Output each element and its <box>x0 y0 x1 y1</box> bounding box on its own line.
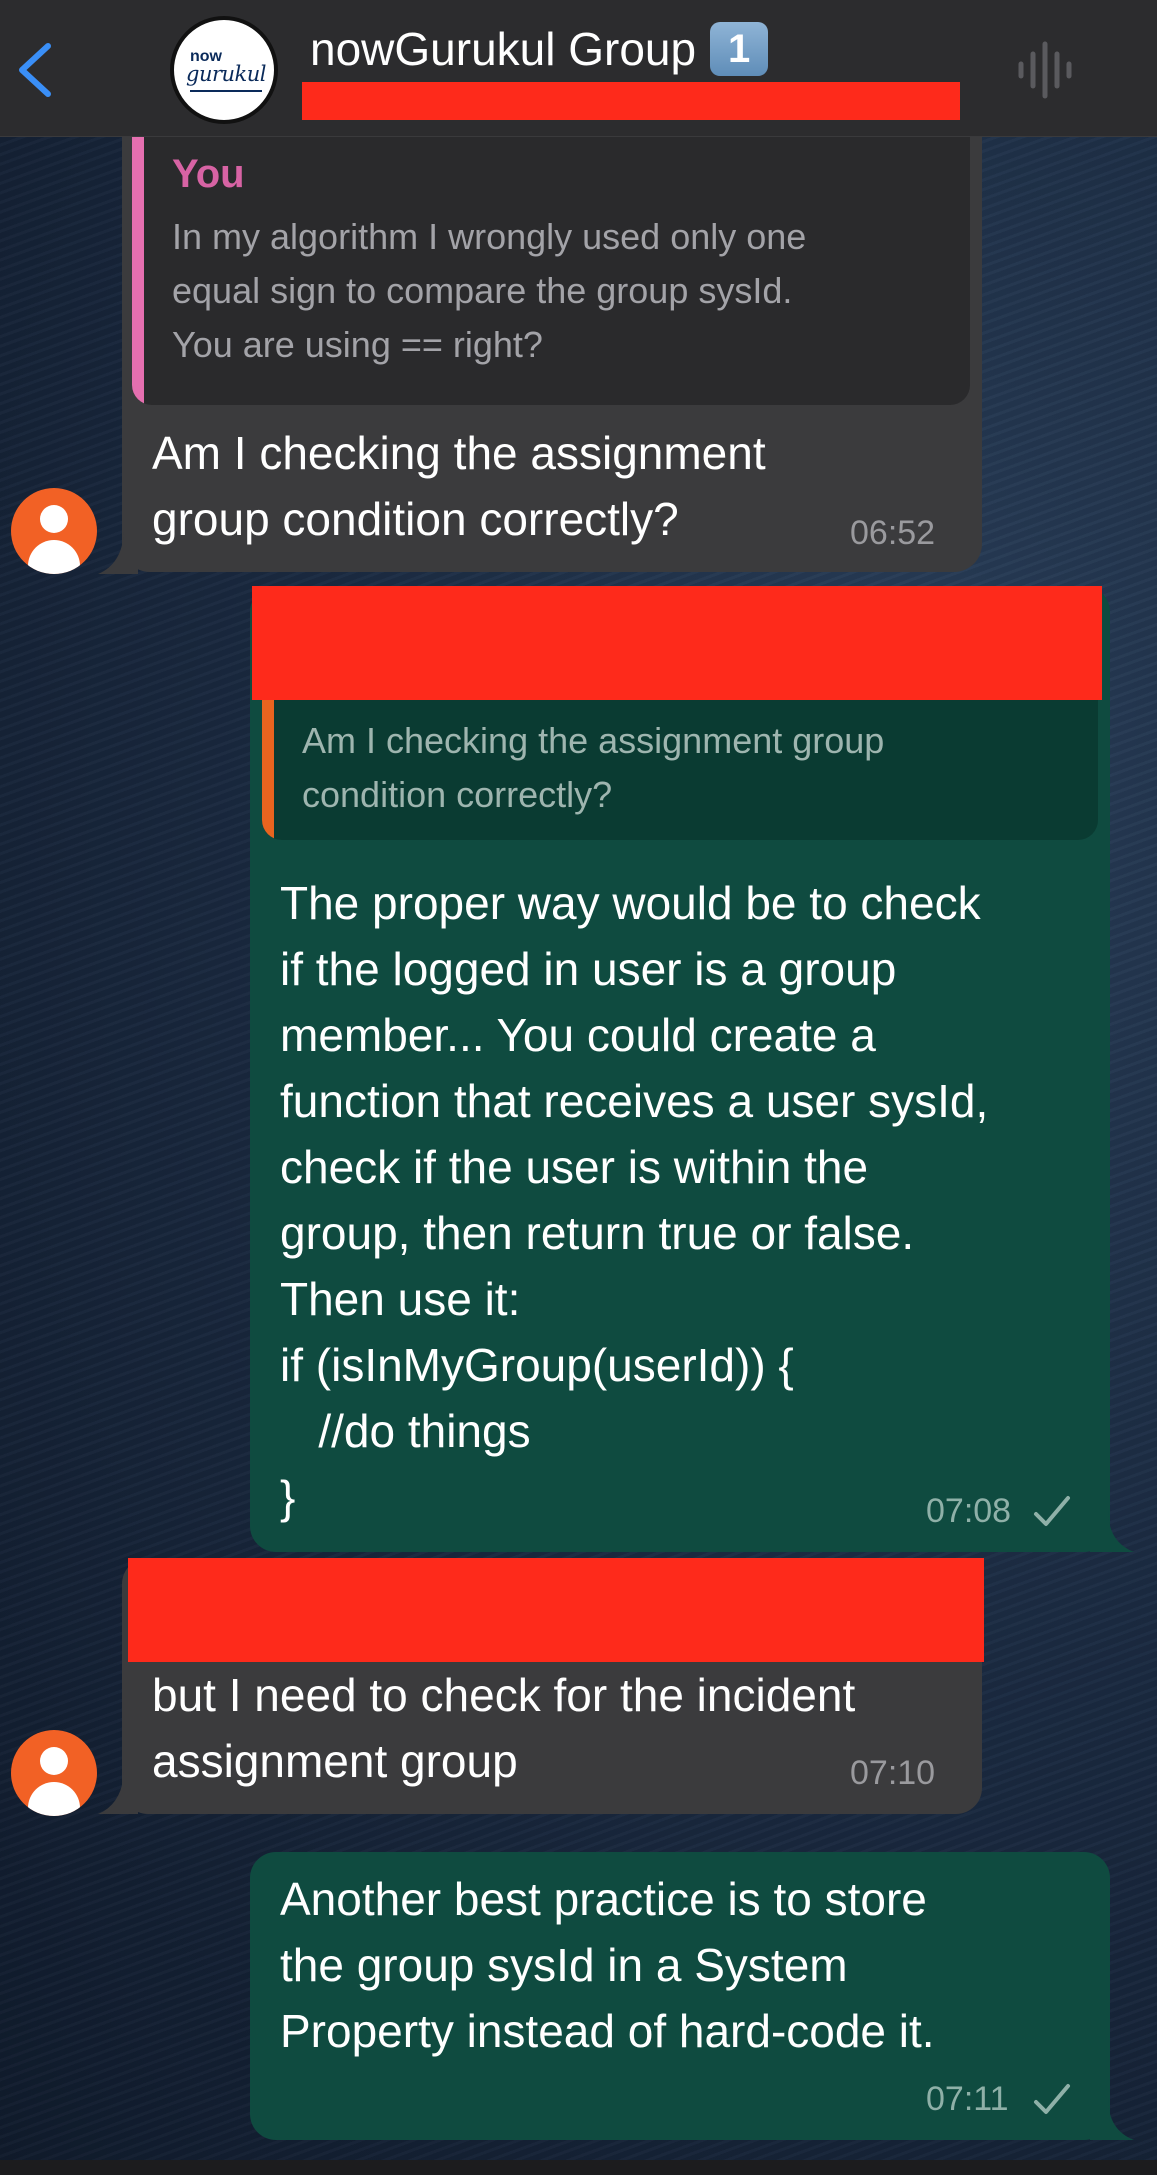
quoted-message[interactable]: Am I checking the assignment group condi… <box>262 700 1098 840</box>
group-title[interactable]: nowGurukul Group 1 <box>310 21 769 80</box>
message-bubble-incoming[interactable]: You In my algorithm I wrongly used only … <box>122 100 982 572</box>
quote-author: You <box>172 152 245 196</box>
audio-call-button[interactable] <box>1015 40 1075 100</box>
quote-accent-bar <box>262 700 274 840</box>
message-text: Another best practice is to store the gr… <box>280 1873 935 2057</box>
quote-text: In my algorithm I wrongly used only one … <box>172 216 807 365</box>
message-bubble-outgoing[interactable]: Am I checking the assignment group condi… <box>250 586 1110 1552</box>
redaction-bar <box>302 82 960 120</box>
back-chevron-icon <box>19 43 51 97</box>
bubble-tail <box>1090 1510 1134 1552</box>
quote-accent-bar <box>132 100 144 405</box>
quote-text: Am I checking the assignment group condi… <box>302 720 885 815</box>
checkmark-icon <box>1034 1496 1070 1526</box>
message-time: 07:11 <box>926 2080 1009 2118</box>
message-text: Am I checking the assignment group condi… <box>152 427 766 545</box>
bubble-tail <box>98 532 138 574</box>
sender-avatar[interactable] <box>11 488 97 574</box>
audio-waveform-icon <box>1018 41 1072 99</box>
quoted-message[interactable]: You In my algorithm I wrongly used only … <box>132 100 970 405</box>
redaction-bar <box>128 1558 984 1662</box>
logo-gurukul-text: gurukul <box>186 62 267 86</box>
bottom-bar <box>0 2160 1157 2175</box>
checkmark-icon <box>1034 2084 1070 2114</box>
message-time: 06:52 <box>850 514 936 552</box>
message-text: but I need to check for the incident ass… <box>152 1669 856 1787</box>
logo-underline <box>190 90 262 92</box>
group-name: nowGurukul Group <box>310 23 697 75</box>
count-badge: 1 <box>710 21 769 76</box>
group-avatar[interactable]: now gurukul <box>170 16 278 124</box>
back-button[interactable] <box>14 40 54 100</box>
redaction-bar <box>252 586 1102 700</box>
chat-header: now gurukul nowGurukul Group 1 <box>0 0 1157 137</box>
message-text: The proper way would be to check if the … <box>280 877 989 1523</box>
bubble-tail <box>1090 2098 1134 2140</box>
message-bubble-outgoing[interactable]: Another best practice is to store the gr… <box>250 1852 1110 2140</box>
sender-avatar[interactable] <box>11 1730 97 1816</box>
message-bubble-incoming[interactable]: but I need to check for the incident ass… <box>122 1558 984 1814</box>
bubble-tail <box>98 1772 138 1814</box>
message-time: 07:08 <box>926 1492 1012 1530</box>
message-time: 07:10 <box>850 1754 936 1792</box>
